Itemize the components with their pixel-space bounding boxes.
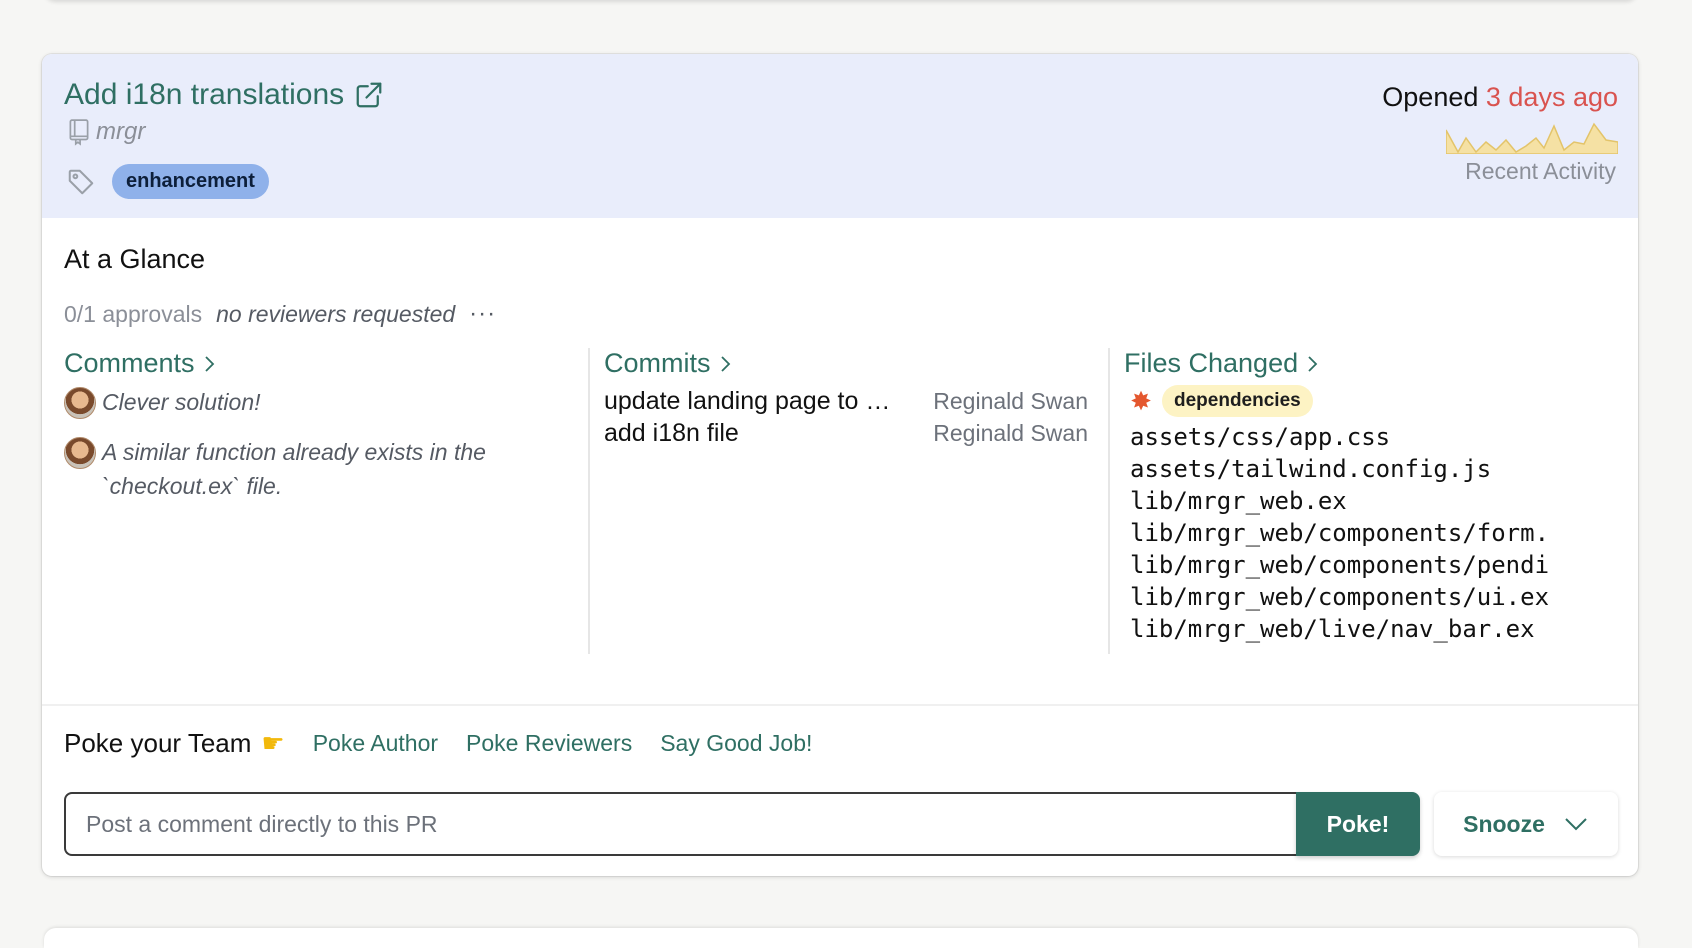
- comment-item: A similar function already exists in the…: [64, 435, 584, 503]
- at-a-glance-title: At a Glance: [64, 244, 206, 274]
- opened-prefix: Opened: [1382, 82, 1479, 112]
- file-path: lib/mrgr_web/components/ui.ex: [1130, 583, 1550, 611]
- chevron-right-icon: [204, 355, 214, 372]
- files-heading-link[interactable]: Files Changed: [1124, 348, 1624, 379]
- poke-title-text: Poke your Team: [64, 728, 252, 758]
- chevron-down-icon[interactable]: [1563, 816, 1589, 832]
- dependencies-row: ✸ dependencies: [1126, 385, 1624, 417]
- comment-item: Clever solution!: [64, 385, 584, 419]
- next-card-edge: [44, 928, 1638, 948]
- opened-ago: 3 days ago: [1485, 82, 1618, 112]
- commit-row: add i18n file Reginald Swan: [604, 417, 1088, 449]
- collision-icon: ✸: [1130, 385, 1152, 416]
- reviewers-status: no reviewers requested: [216, 300, 456, 327]
- file-path: lib/mrgr_web/components/form.: [1130, 519, 1550, 547]
- file-path: assets/tailwind.config.js: [1130, 455, 1492, 483]
- pr-card: Add i18n translations mrgr enhancement O…: [42, 54, 1638, 876]
- files-heading[interactable]: Files Changed: [1124, 348, 1298, 379]
- label-badge-enhancement[interactable]: enhancement: [112, 164, 269, 199]
- file-list: assets/css/app.css assets/tailwind.confi…: [1124, 421, 1624, 645]
- activity-sparkline: [1446, 122, 1618, 154]
- pr-card-header: Add i18n translations mrgr enhancement O…: [42, 54, 1638, 218]
- label-row: enhancement: [66, 164, 269, 199]
- comment-text: A similar function already exists in the…: [102, 439, 486, 499]
- repo-icon: [69, 119, 89, 146]
- comment-input[interactable]: [64, 792, 1308, 856]
- tag-icon: [68, 169, 94, 194]
- commits-heading-link[interactable]: Commits: [604, 348, 1088, 379]
- avatar: [64, 437, 96, 469]
- chevron-right-icon: [720, 355, 730, 372]
- commit-author: Reginald Swan: [933, 387, 1088, 414]
- recent-activity-label: Recent Activity: [1465, 158, 1616, 184]
- say-good-job-link[interactable]: Say Good Job!: [660, 730, 812, 757]
- opened-info: Opened 3 days ago: [1382, 82, 1618, 113]
- snooze-dropdown[interactable]: Snooze: [1434, 792, 1618, 856]
- more-options-icon[interactable]: ···: [469, 300, 496, 328]
- poke-row: Poke your Team ☛ Poke Author Poke Review…: [64, 728, 812, 759]
- comments-column: Comments Clever solution! A similar func…: [64, 348, 584, 654]
- snooze-label[interactable]: Snooze: [1463, 811, 1545, 838]
- files-changed-column: Files Changed ✸ dependencies assets/css/…: [1108, 348, 1624, 654]
- commits-heading[interactable]: Commits: [604, 348, 711, 379]
- comment-text: Clever solution!: [102, 389, 261, 415]
- chevron-right-icon: [1308, 355, 1318, 372]
- avatar: [64, 387, 96, 419]
- file-path: lib/mrgr_web/live/nav_bar.ex: [1130, 615, 1535, 643]
- file-path: lib/mrgr_web.ex: [1130, 487, 1347, 515]
- approvals-count: 0/1 approvals: [64, 300, 203, 327]
- repo-name: mrgr: [96, 118, 146, 145]
- dependencies-badge: dependencies: [1162, 385, 1313, 417]
- poke-section: Poke your Team ☛ Poke Author Poke Review…: [42, 704, 1638, 876]
- commit-author: Reginald Swan: [933, 419, 1088, 446]
- pr-title-link[interactable]: Add i18n translations: [64, 78, 384, 112]
- pointing-hand-icon: ☛: [261, 728, 285, 758]
- pr-title[interactable]: Add i18n translations: [64, 78, 344, 112]
- poke-button[interactable]: Poke!: [1296, 792, 1420, 856]
- file-path: lib/mrgr_web/components/pendi: [1130, 551, 1550, 579]
- poke-title: Poke your Team ☛: [64, 728, 285, 759]
- comments-heading[interactable]: Comments: [64, 348, 195, 379]
- commits-column: Commits update landing page to … Reginal…: [588, 348, 1088, 654]
- commit-message: add i18n file: [604, 418, 739, 447]
- repo-row: mrgr: [66, 118, 145, 146]
- comments-heading-link[interactable]: Comments: [64, 348, 584, 379]
- commit-row: update landing page to … Reginald Swan: [604, 385, 1088, 417]
- poke-author-link[interactable]: Poke Author: [313, 730, 438, 757]
- file-path: assets/css/app.css: [1130, 423, 1391, 451]
- external-link-icon[interactable]: [354, 80, 384, 110]
- commit-message: update landing page to …: [604, 386, 891, 415]
- approvals-row: 0/1 approvals no reviewers requested ···: [64, 300, 496, 328]
- poke-reviewers-link[interactable]: Poke Reviewers: [466, 730, 632, 757]
